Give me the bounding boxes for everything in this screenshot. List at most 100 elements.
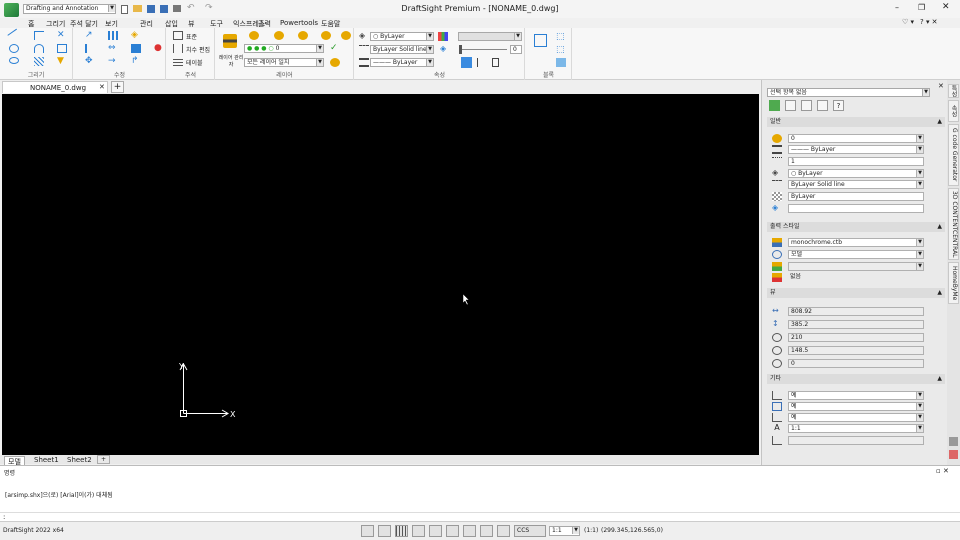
edit-block-icon[interactable]: ⬚ [556, 33, 566, 42]
checkmark-icon[interactable]: ✓ [330, 44, 340, 53]
annotation-scale-select[interactable]: 1:1 ▼ [549, 526, 580, 536]
selection-select[interactable]: 선택 항목 없음 ▼ [767, 88, 930, 97]
prop-linestyle[interactable]: ByLayer Solid line ▼ [788, 180, 924, 189]
ellipse-icon[interactable] [9, 57, 19, 64]
array-icon[interactable] [108, 31, 118, 40]
prop-ucs-origin[interactable]: 예 ▼ [788, 402, 924, 411]
side-tab-properties[interactable]: 특성 [948, 84, 959, 98]
polyline-icon[interactable] [34, 31, 44, 40]
save-icon[interactable] [147, 5, 155, 13]
prop-color[interactable]: ○ ByLayer ▼ [788, 169, 924, 178]
layout-tab-sheet2[interactable]: Sheet2 [67, 456, 92, 464]
layer-manager-label[interactable]: 레이어 관리자 [218, 54, 244, 68]
transparency-slider[interactable] [459, 45, 507, 54]
section-misc-header[interactable]: 기타 ▲ [767, 374, 945, 384]
minimize-icon[interactable]: – [895, 3, 899, 12]
open-folder-icon[interactable] [133, 5, 142, 12]
save-as-icon[interactable] [160, 5, 168, 13]
side-tab-homebyme[interactable]: HomeByMe [948, 262, 959, 304]
prop-layer[interactable]: 0 ▼ [788, 134, 924, 143]
app-logo-icon[interactable] [4, 3, 19, 17]
hatch-icon[interactable] [34, 57, 44, 66]
drawing-canvas[interactable]: Y X [2, 94, 759, 456]
prop-view-center-y[interactable]: 148.5 [788, 346, 924, 355]
pan-icon[interactable]: ✥ [85, 57, 95, 66]
text-style-label[interactable]: 표준 [186, 32, 197, 41]
undo-icon[interactable]: ↶ [187, 3, 195, 13]
restore-icon[interactable]: ❐ [918, 3, 925, 12]
close-icon[interactable]: ✕ [99, 83, 105, 91]
create-block-icon[interactable]: ⬚ [556, 46, 566, 55]
quick-input-toggle[interactable] [497, 525, 510, 537]
print-icon[interactable] [173, 5, 181, 12]
properties-close-icon[interactable]: ✕ [938, 82, 944, 90]
prop-hyperlink[interactable] [788, 204, 924, 213]
circle-icon[interactable] [9, 44, 19, 53]
new-tab-button[interactable]: + [111, 81, 124, 93]
prop-view-height[interactable]: 385.2 [788, 320, 924, 329]
help-icon[interactable]: ? [833, 100, 844, 111]
add-layout-button[interactable]: + [97, 455, 111, 464]
workspace-select[interactable]: Drafting and Annotation ▼ [23, 4, 116, 14]
select-objects-icon[interactable] [785, 100, 796, 111]
layer-manager-icon[interactable] [223, 34, 237, 48]
section-plot-header[interactable]: 출력 스타일 ▲ [767, 222, 945, 232]
fillet-icon[interactable]: ↱ [131, 57, 141, 66]
layer-isolate-icon[interactable] [298, 31, 308, 40]
transparency-select[interactable]: ▼ [458, 32, 522, 41]
redo-icon[interactable]: ↷ [205, 3, 213, 13]
document-icon[interactable] [492, 58, 499, 67]
prop-linescale[interactable]: 1 [788, 157, 924, 166]
prop-view-center-z[interactable]: 0 [788, 359, 924, 368]
table-icon[interactable] [173, 57, 183, 66]
explode-icon[interactable]: ● [154, 44, 164, 53]
layer-filter-select[interactable]: 모든 레이어 일치 ▼ [244, 58, 324, 67]
quick-select-icon[interactable] [801, 100, 812, 111]
arc-icon[interactable] [34, 44, 44, 53]
ortho-toggle[interactable] [395, 525, 408, 537]
insert-block-icon[interactable] [534, 34, 547, 47]
erase-icon[interactable]: ◈ [131, 31, 141, 40]
lineweight-toggle[interactable] [463, 525, 476, 537]
slider-handle[interactable] [459, 45, 462, 54]
prop-view-center-x[interactable]: 210 [788, 333, 924, 342]
grid-toggle[interactable] [378, 525, 391, 537]
dimension-icon[interactable] [173, 44, 183, 53]
dynamic-input-toggle[interactable] [480, 525, 493, 537]
toggle-pickadd-icon[interactable] [769, 100, 780, 111]
tab-powertools[interactable]: Powertools [280, 19, 318, 27]
layer-walk-icon[interactable] [330, 58, 340, 67]
doc-tab[interactable]: NONAME_0.dwg ✕ [2, 81, 108, 93]
transparency-value[interactable]: 0 [510, 45, 522, 54]
color-select[interactable]: ○ ByLayer ▼ [370, 32, 434, 41]
section-general-header[interactable]: 일반 ▲ [767, 117, 945, 127]
etrack-toggle[interactable] [446, 525, 459, 537]
layer-match-icon[interactable] [341, 31, 351, 40]
line-icon[interactable] [7, 28, 22, 43]
snap-toggle[interactable] [361, 525, 374, 537]
mirror-icon[interactable]: ⇔ [108, 44, 118, 53]
side-tab-3dcc[interactable]: 3D CONTENTCENTRAL [948, 188, 959, 260]
layout-tab-sheet1[interactable]: Sheet1 [34, 456, 59, 464]
new-file-icon[interactable] [121, 5, 128, 14]
side-tab-gcode[interactable]: G code Generator [948, 124, 959, 186]
prop-ucs-name[interactable] [788, 436, 924, 445]
prop-annotation-scale[interactable]: 1:1 ▼ [788, 424, 924, 433]
block-icon[interactable] [131, 44, 141, 53]
command-window-pin-icon[interactable]: ▫ ✕ [936, 467, 949, 475]
linestyle-select[interactable]: ByLayer Solid line ▼ [370, 45, 434, 54]
filter-icon[interactable] [817, 100, 828, 111]
list-icon[interactable] [477, 58, 487, 67]
close-icon[interactable]: ✕ [942, 2, 950, 12]
layer-freeze-icon[interactable] [321, 31, 331, 40]
trim-icon[interactable]: ✕ [57, 31, 67, 40]
table-label[interactable]: 테이블 [186, 58, 203, 67]
attribute-icon[interactable] [556, 58, 566, 67]
stretch-icon[interactable]: → [108, 57, 118, 66]
layer-state-icon[interactable] [249, 31, 259, 40]
side-tab-attributes[interactable]: 속성 [948, 100, 959, 122]
layer-select[interactable]: ● ● ● ○ 0 ▼ [244, 44, 324, 53]
prop-ucs-on[interactable]: 예 ▼ [788, 391, 924, 400]
move-icon[interactable]: ↗ [85, 31, 95, 40]
rectangle-icon[interactable] [57, 44, 67, 53]
